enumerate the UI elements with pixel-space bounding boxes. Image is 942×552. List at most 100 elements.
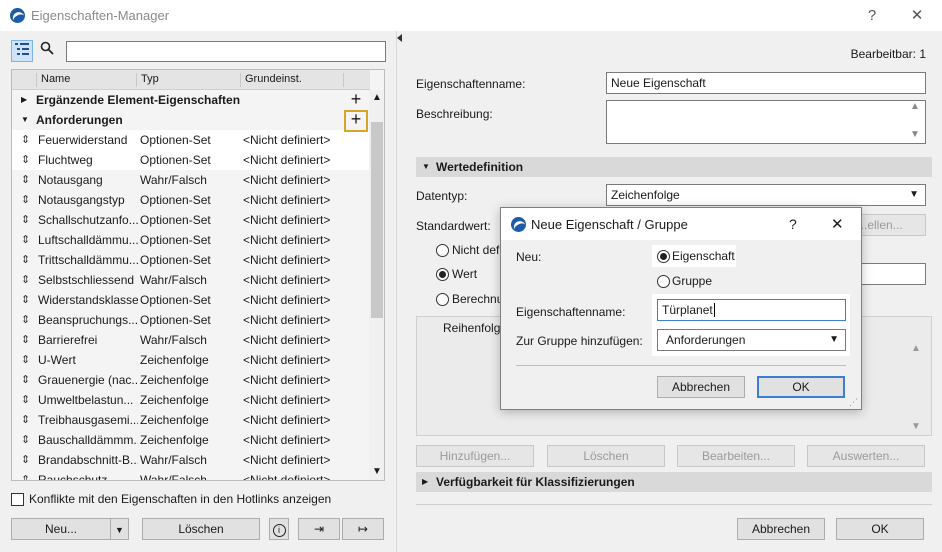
tree-view-icon[interactable] (11, 40, 33, 62)
row-default: <Nicht definiert> (243, 373, 331, 387)
drag-handle-icon[interactable]: ⇕ (21, 290, 30, 310)
datatype-select[interactable]: Zeichenfolge ▼ (606, 184, 926, 206)
radio-value[interactable] (436, 268, 449, 281)
row-name: Grauenergie (nac... (38, 373, 138, 387)
table-row[interactable]: ⇕ Feuerwiderstand Optionen-Set <Nicht defin… (12, 130, 370, 150)
row-name: Trittschalldämmu... (38, 253, 138, 267)
table-row[interactable]: ⇕ U-Wert Zeichenfolge <Nicht definiert> (12, 350, 370, 370)
drag-handle-icon[interactable]: ⇕ (21, 250, 30, 270)
dialog-name-input[interactable]: Türplanet (657, 299, 846, 321)
drag-handle-icon[interactable]: ⇕ (21, 270, 30, 290)
table-scroll-up-icon[interactable]: ▲ (911, 343, 921, 354)
radio-property[interactable] (657, 250, 670, 263)
table-row[interactable]: ⇕ Fluchtweg Optionen-Set <Nicht definiert> (12, 150, 370, 170)
drag-handle-icon[interactable]: ⇕ (21, 450, 30, 470)
column-default[interactable]: Grundeinst. (240, 73, 302, 87)
radio-calculated[interactable] (436, 293, 449, 306)
availability-section-header[interactable]: ▶ Verfügbarkeit für Klassifizierungen (416, 472, 932, 492)
table-row[interactable]: ⇕ Umweltbelastun... Zeichenfolge <Nicht def… (12, 390, 370, 410)
property-name-field[interactable]: Neue Eigenschaft (606, 72, 926, 94)
delete-button[interactable]: Löschen (142, 518, 260, 540)
add-property-button[interactable]: + (344, 110, 368, 132)
resize-grip-icon[interactable]: ⋰ (849, 397, 858, 408)
close-button[interactable]: ✕ (907, 6, 927, 26)
table-row[interactable]: ⇕ Grauenergie (nac... Zeichenfolge <Nicht d… (12, 370, 370, 390)
row-default: <Nicht definiert> (243, 473, 331, 481)
row-type: Optionen-Set (140, 213, 211, 227)
property-name-label: Eigenschaftenname: (416, 77, 526, 91)
drag-handle-icon[interactable]: ⇕ (21, 310, 30, 330)
table-row[interactable]: ⇕ Trittschalldämmu... Optionen-Set <Nicht d… (12, 250, 370, 270)
table-row[interactable]: ⇕ Rauchschutz Wahr/Falsch <Nicht definiert> (12, 470, 370, 481)
table-row[interactable]: ⇕ Beanspruchungs... Optionen-Set <Nicht def… (12, 310, 370, 330)
window-title: Eigenschaften-Manager (31, 8, 170, 23)
table-row[interactable]: ⇕ Notausgang Wahr/Falsch <Nicht definiert> (12, 170, 370, 190)
new-button[interactable]: Neu... (11, 518, 111, 540)
scroll-down-icon[interactable]: ▼ (372, 466, 382, 477)
dialog-ok-button[interactable]: OK (757, 376, 845, 398)
table-row[interactable]: ⇕ Selbstschliessend Wahr/Falsch <Nicht defi… (12, 270, 370, 290)
group-row-ergaenzende[interactable]: ▶ Ergänzende Element-Eigenschaften (12, 90, 370, 110)
expanded-triangle-icon[interactable]: ▼ (21, 110, 29, 130)
collapse-arrow-icon[interactable] (397, 34, 402, 42)
panel-splitter[interactable] (396, 31, 404, 552)
ok-button[interactable]: OK (836, 518, 924, 540)
export-button[interactable]: ↦ (342, 518, 384, 540)
title-bar: Eigenschaften-Manager ? ✕ (0, 0, 942, 31)
drag-handle-icon[interactable]: ⇕ (21, 170, 30, 190)
drag-handle-icon[interactable]: ⇕ (21, 190, 30, 210)
add-option-button[interactable]: Hinzufügen... (416, 445, 534, 467)
table-row[interactable]: ⇕ Luftschalldämmu... Optionen-Set <Nicht de… (12, 230, 370, 250)
evaluate-option-button[interactable]: Auswerten... (807, 445, 925, 467)
drag-handle-icon[interactable]: ⇕ (21, 350, 30, 370)
table-row[interactable]: ⇕ Widerstandsklasse Optionen-Set <Nicht def… (12, 290, 370, 310)
radio-undefined[interactable] (436, 244, 449, 257)
description-field[interactable] (606, 100, 926, 144)
add-to-group-button[interactable]: + (346, 90, 366, 110)
info-button[interactable]: i (269, 518, 289, 540)
desc-scroll-up-icon[interactable]: ▲ (910, 101, 920, 112)
cancel-button[interactable]: Abbrechen (737, 518, 825, 540)
column-name[interactable]: Name (36, 73, 70, 87)
table-scroll-down-icon[interactable]: ▼ (911, 421, 921, 432)
search-icon[interactable] (36, 40, 58, 62)
delete-option-button[interactable]: Löschen (547, 445, 665, 467)
row-type: Zeichenfolge (140, 413, 209, 427)
drag-handle-icon[interactable]: ⇕ (21, 330, 30, 350)
import-button[interactable]: ⇥ (298, 518, 340, 540)
list-scroll-thumb[interactable] (371, 122, 383, 318)
scroll-up-icon[interactable]: ▲ (372, 92, 382, 103)
values-section-header[interactable]: ▼ Wertedefinition (416, 157, 932, 177)
new-dropdown-button[interactable]: ▼ (110, 518, 129, 540)
drag-handle-icon[interactable]: ⇕ (21, 410, 30, 430)
table-row[interactable]: ⇕ Bauschalldämmm... Zeichenfolge <Nicht def… (12, 430, 370, 450)
dialog-cancel-button[interactable]: Abbrechen (657, 376, 745, 398)
drag-handle-icon[interactable]: ⇕ (21, 210, 30, 230)
table-row[interactable]: ⇕ Brandabschnitt-B... Wahr/Falsch <Nicht de… (12, 450, 370, 470)
row-type: Zeichenfolge (140, 393, 209, 407)
table-row[interactable]: ⇕ Notausgangstyp Optionen-Set <Nicht defini… (12, 190, 370, 210)
edit-option-button[interactable]: Bearbeiten... (677, 445, 795, 467)
dialog-help-button[interactable]: ? (789, 216, 797, 232)
drag-handle-icon[interactable]: ⇕ (21, 390, 30, 410)
help-button[interactable]: ? (862, 6, 882, 26)
drag-handle-icon[interactable]: ⇕ (21, 470, 30, 480)
table-row[interactable]: ⇕ Treibhausgasemi... Zeichenfolge <Nicht de… (12, 410, 370, 430)
drag-handle-icon[interactable]: ⇕ (21, 370, 30, 390)
drag-handle-icon[interactable]: ⇕ (21, 230, 30, 250)
table-row[interactable]: ⇕ Schallschutzanfo... Optionen-Set <Nicht d… (12, 210, 370, 230)
search-input[interactable] (66, 41, 386, 62)
column-type[interactable]: Typ (136, 73, 159, 87)
group-row-anforderungen[interactable]: ▼ Anforderungen (12, 110, 370, 130)
radio-group[interactable] (657, 275, 670, 288)
drag-handle-icon[interactable]: ⇕ (21, 130, 30, 150)
group-select[interactable]: Anforderungen ▼ (657, 329, 846, 351)
desc-scroll-down-icon[interactable]: ▼ (910, 129, 920, 140)
dialog-close-button[interactable]: ✕ (831, 215, 844, 233)
drag-handle-icon[interactable]: ⇕ (21, 430, 30, 450)
order-column-header[interactable]: Reihenfolg (443, 321, 500, 335)
collapsed-triangle-icon[interactable]: ▶ (21, 90, 27, 110)
drag-handle-icon[interactable]: ⇕ (21, 150, 30, 170)
hotlinks-checkbox[interactable] (11, 493, 24, 506)
table-row[interactable]: ⇕ Barrierefrei Wahr/Falsch <Nicht definiert… (12, 330, 370, 350)
